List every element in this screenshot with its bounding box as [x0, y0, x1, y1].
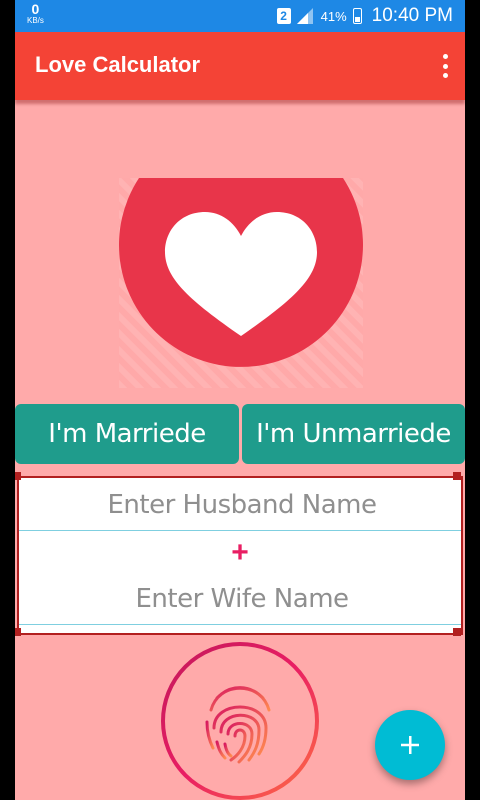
corner-handle [453, 628, 461, 636]
divider [19, 624, 461, 625]
corner-handle [15, 472, 21, 480]
wife-name-input[interactable] [19, 574, 465, 624]
battery-percent: 41% [320, 8, 347, 24]
network-speed-unit: KB/s [27, 16, 44, 25]
sim-icon: 2 [276, 8, 291, 24]
status-icons: 2 41% 10:40 PM [276, 0, 453, 32]
heart-image [119, 178, 363, 388]
corner-handle [15, 628, 21, 636]
signal-icon [296, 8, 313, 24]
married-button[interactable]: I'm Marriede [15, 404, 239, 464]
divider [19, 530, 461, 531]
add-button[interactable] [375, 710, 445, 780]
network-speed-value: 0 [31, 1, 40, 17]
unmarried-button[interactable]: I'm Unmarriede [242, 404, 465, 464]
husband-name-input[interactable] [19, 480, 465, 530]
more-vert-icon[interactable] [441, 54, 449, 78]
plus-sign: + [231, 536, 249, 569]
app-bar: Love Calculator [15, 32, 465, 100]
corner-handle [453, 472, 461, 480]
fingerprint-icon [161, 642, 319, 800]
app-title: Love Calculator [35, 52, 201, 77]
app-screen: 0 KB/s 2 41% 10:40 PM Love Calculator I'… [15, 0, 465, 800]
network-speed: 0 KB/s [27, 2, 44, 25]
clock: 10:40 PM [371, 5, 453, 26]
fingerprint-scan-button[interactable] [159, 640, 321, 800]
names-form: + [17, 476, 465, 635]
battery-icon [352, 8, 362, 24]
status-bar: 0 KB/s 2 41% 10:40 PM [15, 0, 465, 32]
plus-icon [401, 736, 419, 754]
